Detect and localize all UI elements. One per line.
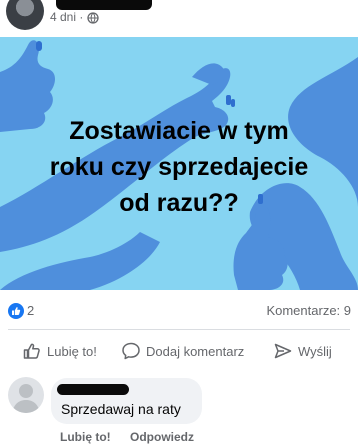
comment-button-label: Dodaj komentarz [146,343,245,359]
image-caption-text: Zostawiacie w tym roku czy sprzedajecie … [49,117,309,217]
globe-icon [87,12,99,24]
like-button-label: Lubię to! [47,343,97,359]
reaction-count[interactable]: 2 [27,303,34,318]
author-name-redacted[interactable] [56,0,152,10]
time-separator: · [79,10,84,24]
send-arrow-icon [274,343,292,359]
post-time-text: 4 dni [50,10,77,24]
like-badge-icon[interactable] [8,303,24,319]
post-header: 4 dni · [0,0,358,36]
comment-reply-link[interactable]: Odpowiedz [130,430,194,444]
comment-count-link[interactable]: Komentarze: 9 [266,303,351,318]
comment-button[interactable]: Dodaj komentarz [121,340,244,362]
commenter-name-redacted[interactable] [57,384,129,395]
author-avatar[interactable] [6,0,44,30]
comment-actions: Lubię to! Odpowiedz [60,430,210,444]
comment-bubble: Sprzedawaj na raty [51,378,202,424]
speech-bubble-icon [122,342,140,360]
default-user-icon [12,384,40,413]
divider [8,329,350,330]
comment-like-link[interactable]: Lubię to! [60,430,111,444]
share-button-label: Wyślij [298,343,332,359]
like-button[interactable]: Lubię to! [22,340,97,362]
post-timestamp[interactable]: 4 dni · [50,10,83,24]
share-button[interactable]: Wyślij [273,340,332,362]
post-image[interactable]: Zostawiacie w tym roku czy sprzedajecie … [0,37,358,290]
commenter-avatar[interactable] [8,377,44,413]
thumbs-up-icon [23,343,40,359]
comment-text: Sprzedawaj na raty [61,401,181,417]
